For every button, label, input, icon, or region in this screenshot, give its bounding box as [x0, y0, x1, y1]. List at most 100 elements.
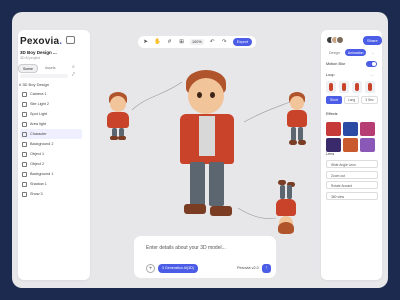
camera-icon [22, 91, 27, 97]
model-selector[interactable]: 3 Generation AI(3D) [158, 264, 198, 273]
layer-label: Object 2 [30, 162, 45, 166]
layer-item[interactable]: Area light [20, 119, 82, 129]
layer-item[interactable]: Object 2 [20, 159, 82, 169]
loop-thumb[interactable] [365, 81, 375, 93]
send-icon[interactable]: ↑ [262, 264, 271, 273]
lens-option[interactable]: Rotate Around [326, 181, 378, 189]
effect-thumb[interactable] [360, 138, 375, 152]
model-version[interactable]: Pexovia v2.0 [237, 266, 259, 270]
tab-scene[interactable]: Scene [18, 64, 38, 73]
show-icon [22, 191, 27, 197]
background-icon [22, 171, 27, 177]
avatar [336, 36, 344, 44]
loop-option-long[interactable]: Long [343, 96, 360, 104]
lens-label: Lens [326, 152, 335, 156]
loop-thumb[interactable] [326, 81, 336, 93]
scene-section-title: # 3D Boy Design [19, 82, 50, 87]
loop-option-3sec[interactable]: 3 Sec [361, 96, 378, 104]
share-button[interactable]: Share [363, 36, 382, 45]
character-variant-side[interactable] [284, 92, 310, 146]
effect-thumb[interactable] [326, 122, 341, 136]
sidebar-toggle-icon[interactable] [66, 36, 75, 44]
left-tabs: Scene Assets [18, 64, 60, 73]
lens-option[interactable]: Wide Angle Lens [326, 160, 378, 168]
select-tool-icon[interactable]: ➤ [142, 39, 149, 45]
redo-icon[interactable]: ↷ [221, 39, 228, 45]
project-subtitle: 3D AI project [20, 56, 41, 60]
tab-more[interactable]: ... [368, 49, 378, 56]
layer-label: Shadow 1 [30, 182, 47, 186]
object-icon [22, 161, 27, 167]
properties-panel: Share Design Animation ... Motion Blur L… [321, 30, 382, 280]
layer-label: Site Light 2 [30, 102, 49, 106]
share-icon[interactable]: ⤤ [72, 72, 75, 78]
effect-thumb[interactable] [343, 138, 358, 152]
character-variant-front[interactable] [104, 92, 132, 140]
layer-label: Spot Light [30, 112, 48, 116]
more-icon[interactable]: ⋯ [370, 73, 374, 78]
effect-thumb[interactable] [360, 122, 375, 136]
layer-item[interactable]: Shadow 1 [20, 179, 82, 189]
layer-item[interactable]: Spot Light [20, 109, 82, 119]
loop-thumb[interactable] [339, 81, 349, 93]
app-window: Pexovia. 3D Boy Design ... 3D AI project… [12, 12, 388, 288]
motion-blur-label: Motion Blur [326, 62, 346, 66]
hand-tool-icon[interactable]: ✋ [154, 39, 161, 45]
effects-grid [326, 122, 375, 152]
layer-item[interactable]: Site Light 2 [20, 99, 82, 109]
layer-item[interactable]: Camera 1 [20, 89, 82, 99]
layer-label: Background 2 [30, 142, 54, 146]
layer-label: Area light [30, 122, 47, 126]
add-icon[interactable]: + [146, 264, 155, 273]
frame-tool-icon[interactable]: # [166, 39, 173, 45]
layer-item[interactable]: Object 1 [20, 149, 82, 159]
canvas-toolbar: ➤ ✋ # ⊞ 100% ↶ ↷ Export [138, 36, 256, 48]
prompt-input[interactable]: Enter details about your 3D model... [146, 245, 226, 251]
search-icon[interactable]: ⌕ [72, 64, 75, 70]
prompt-box: Enter details about your 3D model... + 3… [134, 236, 276, 278]
tab-assets[interactable]: Assets [40, 64, 60, 73]
effect-thumb[interactable] [343, 122, 358, 136]
lens-option[interactable]: 360 view [326, 191, 378, 200]
effects-label: Effects [326, 112, 338, 116]
character-variant-flipped[interactable] [274, 180, 298, 236]
undo-icon[interactable]: ↶ [209, 39, 216, 45]
character-icon [22, 131, 27, 137]
right-tabs: Design Animation ... [326, 49, 378, 56]
grid-tool-icon[interactable]: ⊞ [178, 39, 185, 45]
loop-options: Short Long 3 Sec [326, 96, 378, 104]
layer-filter[interactable] [20, 74, 68, 78]
loop-label: Loop [326, 73, 335, 77]
layer-label: Character [30, 132, 47, 136]
app-logo: Pexovia. [20, 36, 63, 47]
collaborator-avatars[interactable] [326, 36, 344, 44]
object-icon [22, 151, 27, 157]
shadow-icon [22, 181, 27, 187]
effect-thumb[interactable] [326, 138, 341, 152]
loop-thumbnails [326, 81, 375, 93]
area-light-icon [22, 121, 27, 127]
layer-item[interactable]: Background 1 [20, 169, 82, 179]
zoom-level[interactable]: 100% [190, 39, 204, 45]
lens-list: Wide Angle Lens Zoom out Rotate Around 3… [326, 160, 378, 202]
layer-item-selected[interactable]: Character [20, 129, 82, 139]
layer-label: Camera 1 [30, 92, 47, 96]
lens-option[interactable]: Zoom out [326, 170, 378, 179]
layer-label: Object 1 [30, 152, 45, 156]
background-icon [22, 141, 27, 147]
layer-item[interactable]: Show 3 [20, 189, 82, 199]
layer-item[interactable]: Background 2 [20, 139, 82, 149]
layer-label: Background 1 [30, 172, 54, 176]
tab-animation[interactable]: Animation [344, 49, 367, 56]
main-character-model[interactable] [172, 70, 244, 220]
layer-list: Camera 1 Site Light 2 Spot Light Area li… [20, 89, 82, 199]
loop-thumb[interactable] [352, 81, 362, 93]
loop-option-short[interactable]: Short [326, 96, 342, 104]
export-button[interactable]: Export [233, 38, 252, 46]
spot-light-icon [22, 111, 27, 117]
project-title[interactable]: 3D Boy Design ... [20, 50, 57, 55]
tab-design[interactable]: Design [326, 49, 343, 56]
motion-blur-toggle[interactable] [366, 61, 377, 67]
layer-label: Show 3 [30, 192, 43, 196]
light-icon [22, 101, 27, 107]
